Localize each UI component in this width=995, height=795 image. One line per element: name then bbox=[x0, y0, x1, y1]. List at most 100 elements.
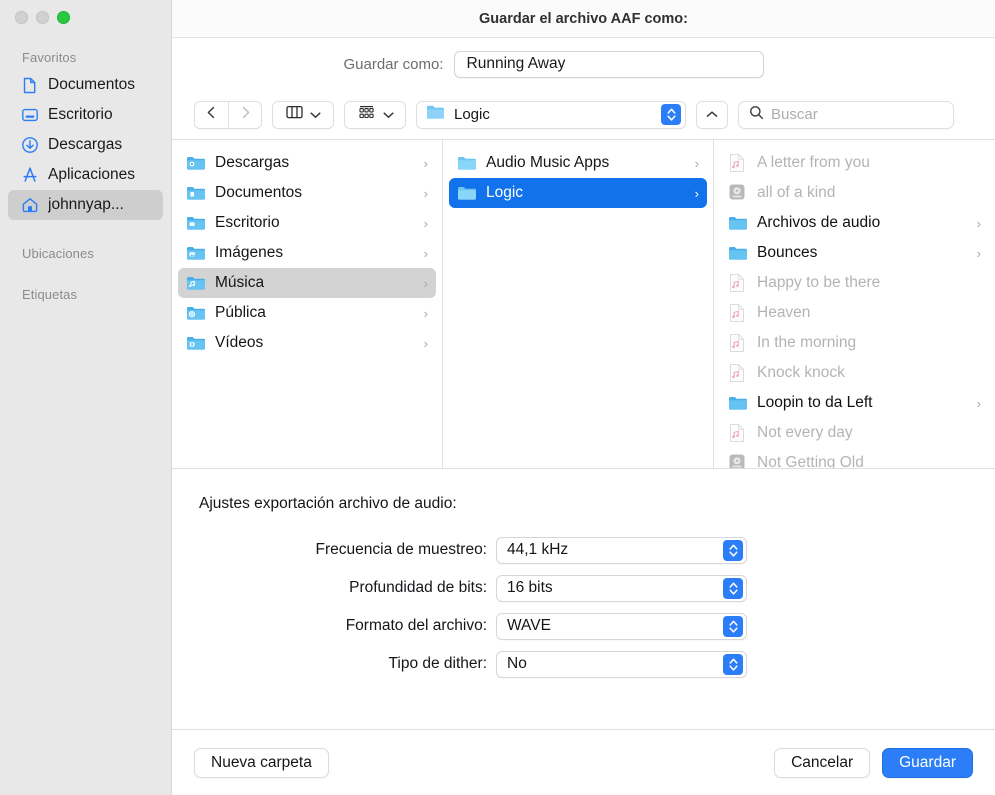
list-item[interactable]: Audio Music Apps › bbox=[449, 148, 707, 178]
go-up-button[interactable] bbox=[696, 100, 728, 129]
chevron-right-icon: › bbox=[976, 395, 981, 411]
forward-button[interactable] bbox=[228, 100, 262, 129]
list-item[interactable]: Heaven bbox=[720, 298, 989, 328]
folder-icon bbox=[457, 153, 477, 173]
setting-row-file-format: Formato del archivo: WAVE bbox=[172, 607, 995, 645]
up-down-stepper-icon[interactable] bbox=[723, 539, 743, 561]
list-item-label: Vídeos bbox=[215, 334, 264, 351]
page-title: Guardar el archivo AAF como: bbox=[479, 10, 688, 27]
list-item[interactable]: Vídeos › bbox=[178, 328, 436, 358]
list-item-label: Not every day bbox=[757, 424, 853, 441]
bit-depth-select[interactable]: 16 bits bbox=[496, 574, 747, 602]
browser-column-2[interactable]: Audio Music Apps › Logic › bbox=[443, 140, 714, 468]
bit-depth-label: Profundidad de bits: bbox=[349, 579, 487, 596]
chevron-down-icon bbox=[309, 106, 321, 124]
search-field[interactable] bbox=[738, 100, 954, 129]
list-item-label: Imágenes bbox=[215, 244, 284, 261]
list-item[interactable]: Escritorio › bbox=[178, 208, 436, 238]
list-item[interactable]: Pública › bbox=[178, 298, 436, 328]
sample-rate-select[interactable]: 44,1 kHz bbox=[496, 536, 747, 564]
chevron-right-icon: › bbox=[976, 245, 981, 261]
list-item-logic[interactable]: Logic › bbox=[449, 178, 707, 208]
music-file-icon bbox=[728, 333, 748, 353]
list-item[interactable]: Bounces › bbox=[720, 238, 989, 268]
list-item-label: Audio Music Apps bbox=[486, 154, 610, 171]
list-item[interactable]: all of a kind bbox=[720, 178, 989, 208]
list-item[interactable]: Archivos de audio › bbox=[720, 208, 989, 238]
cancel-button[interactable]: Cancelar bbox=[774, 747, 871, 778]
folder-icon bbox=[728, 213, 748, 233]
settings-title: Ajustes exportación archivo de audio: bbox=[199, 495, 457, 512]
up-down-stepper-icon[interactable] bbox=[723, 615, 743, 637]
sidebar-section-favoritos-header: Favoritos bbox=[22, 50, 77, 65]
file-format-select[interactable]: WAVE bbox=[496, 612, 747, 640]
column-view-icon bbox=[285, 105, 303, 124]
search-input[interactable] bbox=[771, 106, 943, 123]
traffic-light-buttons bbox=[0, 0, 171, 34]
list-item[interactable]: Not Getting Old bbox=[720, 448, 989, 468]
chevron-up-icon bbox=[706, 106, 718, 124]
file-format-label: Formato del archivo: bbox=[345, 617, 487, 634]
group-by-button[interactable] bbox=[344, 100, 406, 129]
setting-row-dither-type: Tipo de dither: No bbox=[172, 645, 995, 683]
chevron-right-icon: › bbox=[423, 275, 428, 291]
list-item-label: Escritorio bbox=[215, 214, 280, 231]
new-folder-button[interactable]: Nueva carpeta bbox=[194, 747, 329, 778]
save-dialog-window: Favoritos Documentos Escritorio Descarga… bbox=[0, 0, 995, 795]
up-down-stepper-icon[interactable] bbox=[723, 577, 743, 599]
chevron-right-icon: › bbox=[423, 305, 428, 321]
sidebar-item-aplicaciones[interactable]: Aplicaciones bbox=[8, 160, 163, 190]
project-file-icon bbox=[728, 183, 748, 203]
toolbar: Logic bbox=[172, 90, 995, 140]
up-down-stepper-icon[interactable] bbox=[661, 104, 681, 125]
list-item[interactable]: In the morning bbox=[720, 328, 989, 358]
list-item-musica[interactable]: Música › bbox=[178, 268, 436, 298]
list-item[interactable]: Happy to be there bbox=[720, 268, 989, 298]
footer-actions: Cancelar Guardar bbox=[774, 747, 973, 778]
document-icon bbox=[20, 76, 39, 95]
list-item[interactable]: Loopin to da Left › bbox=[720, 388, 989, 418]
dither-type-value: No bbox=[507, 655, 527, 672]
list-item[interactable]: Imágenes › bbox=[178, 238, 436, 268]
sidebar-item-label: Documentos bbox=[48, 76, 136, 93]
up-down-stepper-icon[interactable] bbox=[723, 653, 743, 675]
setting-row-sample-rate: Frecuencia de muestreo: 44,1 kHz bbox=[172, 531, 995, 569]
back-button[interactable] bbox=[194, 100, 228, 129]
browser-column-3[interactable]: A letter from you all of a kind Archivos… bbox=[714, 140, 995, 468]
list-item[interactable]: A letter from you bbox=[720, 148, 989, 178]
list-item-label: Documentos bbox=[215, 184, 303, 201]
sidebar-item-johnnyap[interactable]: johnnyap... bbox=[8, 190, 163, 220]
sidebar-item-label: Descargas bbox=[48, 136, 123, 153]
folder-icon bbox=[457, 183, 477, 203]
sidebar-item-descargas[interactable]: Descargas bbox=[8, 130, 163, 160]
chevron-right-icon: › bbox=[423, 185, 428, 201]
project-file-icon bbox=[728, 453, 748, 468]
list-item[interactable]: Not every day bbox=[720, 418, 989, 448]
applications-icon bbox=[20, 166, 39, 185]
view-mode-button[interactable] bbox=[272, 100, 334, 129]
sidebar-item-label: Escritorio bbox=[48, 106, 113, 123]
list-item[interactable]: Knock knock bbox=[720, 358, 989, 388]
dialog-footer: Nueva carpeta Cancelar Guardar bbox=[172, 729, 995, 795]
save-button[interactable]: Guardar bbox=[882, 747, 973, 778]
file-format-value: WAVE bbox=[507, 617, 551, 634]
sidebar-item-escritorio[interactable]: Escritorio bbox=[8, 100, 163, 130]
zoom-button[interactable] bbox=[57, 11, 70, 24]
chevron-right-icon: › bbox=[423, 155, 428, 171]
sample-rate-value: 44,1 kHz bbox=[507, 541, 569, 558]
list-item[interactable]: Descargas › bbox=[178, 148, 436, 178]
list-item-label: all of a kind bbox=[757, 184, 836, 201]
home-icon bbox=[20, 196, 39, 215]
save-as-row: Guardar como: Running Away bbox=[172, 38, 995, 90]
minimize-button[interactable] bbox=[36, 11, 49, 24]
sidebar-section-etiquetas-header: Etiquetas bbox=[22, 287, 78, 302]
sidebar-item-documentos[interactable]: Documentos bbox=[8, 70, 163, 100]
close-button[interactable] bbox=[15, 11, 28, 24]
browser-column-1[interactable]: Descargas › Documentos › Escritorio › Im… bbox=[172, 140, 443, 468]
path-popup-button[interactable]: Logic bbox=[416, 100, 686, 129]
music-file-icon bbox=[728, 153, 748, 173]
list-item[interactable]: Documentos › bbox=[178, 178, 436, 208]
dither-type-select[interactable]: No bbox=[496, 650, 747, 678]
sidebar-item-label: Aplicaciones bbox=[48, 166, 136, 183]
save-as-input[interactable]: Running Away bbox=[453, 50, 764, 78]
